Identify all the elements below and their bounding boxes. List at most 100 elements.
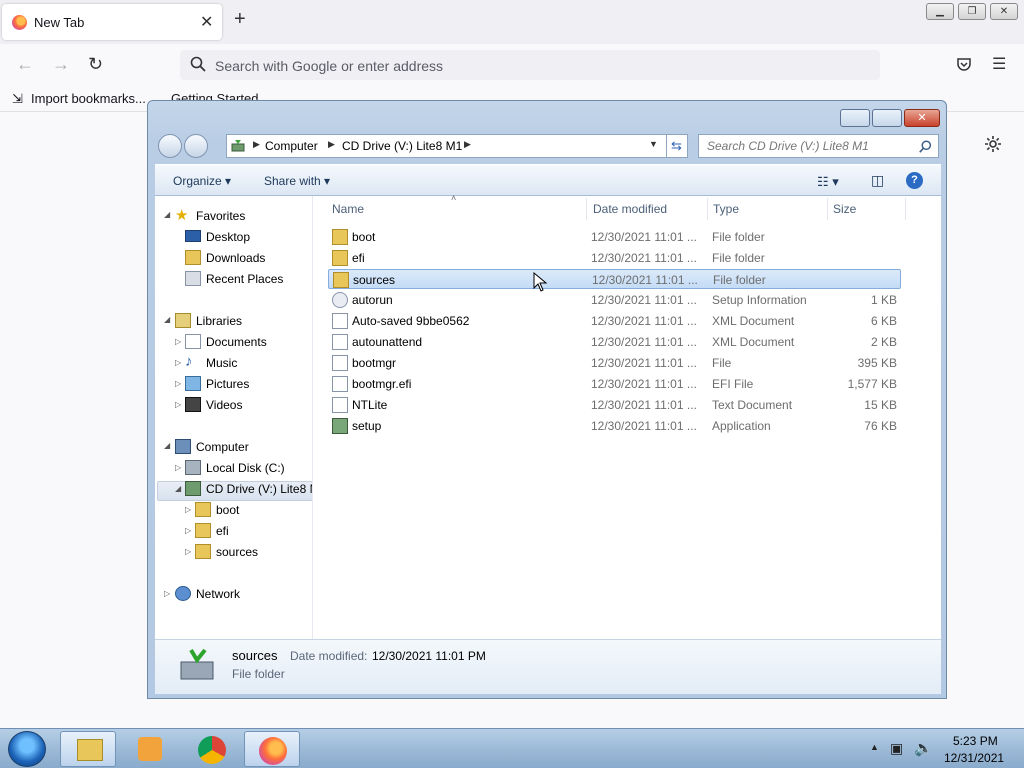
- expand-arrow-icon[interactable]: ▷: [175, 337, 181, 346]
- column-header-date[interactable]: Date modified: [593, 202, 667, 216]
- explorer-forward-button[interactable]: [184, 134, 208, 158]
- file-row[interactable]: boot 12/30/2021 11:01 ... File folder: [328, 227, 901, 247]
- nav-label: Favorites: [196, 209, 246, 223]
- file-name: setup: [352, 419, 382, 433]
- column-divider[interactable]: [707, 198, 708, 220]
- search-placeholder: Search CD Drive (V:) Lite8 M1: [707, 139, 869, 153]
- taskbar-firefox-button[interactable]: [244, 731, 300, 767]
- nav-label: Documents: [206, 335, 267, 349]
- show-hidden-icons-icon[interactable]: ▲: [870, 742, 879, 752]
- start-button[interactable]: [8, 731, 46, 767]
- clock-time[interactable]: 5:23 PM: [953, 734, 998, 748]
- column-header-name[interactable]: Name: [332, 202, 364, 216]
- search-icon[interactable]: [919, 140, 932, 153]
- file-type: XML Document: [712, 335, 795, 349]
- explorer-back-button[interactable]: [158, 134, 182, 158]
- taskbar-media-player-button[interactable]: [122, 731, 178, 767]
- column-divider[interactable]: [905, 198, 906, 220]
- file-date: 12/30/2021 11:01 ...: [591, 293, 697, 307]
- address-bar[interactable]: ▶ Computer ▶ CD Drive (V:) Lite8 M1 ▶ ▼: [226, 134, 688, 158]
- address-dropdown-icon[interactable]: ▼: [649, 139, 658, 149]
- import-icon: ⇲: [12, 91, 23, 106]
- file-type: Setup Information: [712, 293, 807, 307]
- file-row[interactable]: Auto-saved 9bbe0562 12/30/2021 11:01 ...…: [328, 311, 901, 331]
- new-tab-button[interactable]: +: [234, 8, 246, 31]
- explorer-titlebar: ✕: [148, 101, 946, 131]
- url-bar[interactable]: Search with Google or enter address: [180, 50, 880, 80]
- collapse-arrow-icon[interactable]: ◢: [175, 484, 181, 493]
- expand-arrow-icon[interactable]: ▷: [185, 505, 191, 514]
- collapse-arrow-icon[interactable]: ◢: [164, 315, 170, 324]
- file-date: 12/30/2021 11:01 ...: [592, 273, 698, 287]
- taskbar-explorer-button[interactable]: [60, 731, 116, 767]
- nav-label: Network: [196, 587, 241, 601]
- explorer-window: ✕ ▶ Computer ▶ CD Drive (V:) Lite8 M1 ▶ …: [147, 100, 947, 699]
- nav-label: Libraries: [196, 314, 243, 328]
- breadcrumb-cd-drive[interactable]: CD Drive (V:) Lite8 M1: [342, 139, 462, 153]
- back-arrow-icon[interactable]: ←: [16, 54, 34, 75]
- expand-arrow-icon[interactable]: ▷: [164, 589, 170, 598]
- cd-drive-large-icon: [180, 648, 214, 680]
- breadcrumb-separator-icon: ▶: [253, 139, 260, 149]
- column-divider[interactable]: [586, 198, 587, 220]
- column-header-size[interactable]: Size: [833, 202, 856, 216]
- breadcrumb-computer[interactable]: Computer: [265, 139, 318, 153]
- column-header-type[interactable]: Type: [713, 202, 739, 216]
- menu-icon[interactable]: ☰: [992, 54, 1006, 74]
- pocket-icon[interactable]: [956, 56, 972, 72]
- search-field[interactable]: Search CD Drive (V:) Lite8 M1: [698, 134, 939, 158]
- help-icon[interactable]: ?: [906, 172, 923, 189]
- file-row[interactable]: setup 12/30/2021 11:01 ... Application 7…: [328, 416, 901, 436]
- clock-date[interactable]: 12/31/2021: [944, 751, 1004, 765]
- expand-arrow-icon[interactable]: ▷: [175, 379, 181, 388]
- organize-button[interactable]: Organize ▾: [173, 174, 231, 188]
- import-bookmarks-link[interactable]: Import bookmarks...: [31, 91, 146, 106]
- file-row[interactable]: autounattend 12/30/2021 11:01 ... XML Do…: [328, 332, 901, 352]
- collapse-arrow-icon[interactable]: ◢: [164, 210, 170, 219]
- nav-label: sources: [216, 545, 259, 559]
- disk-icon: [185, 460, 201, 475]
- file-row[interactable]: bootmgr 12/30/2021 11:01 ... File 395 KB: [328, 353, 901, 373]
- forward-arrow-icon[interactable]: →: [52, 54, 70, 75]
- network-tray-icon[interactable]: ▣: [890, 740, 903, 757]
- file-row[interactable]: bootmgr.efi 12/30/2021 11:01 ... EFI Fil…: [328, 374, 901, 394]
- gear-icon[interactable]: [983, 134, 1003, 154]
- share-with-button[interactable]: Share with ▾: [264, 174, 330, 188]
- view-options-icon[interactable]: ☷ ▾: [817, 174, 839, 190]
- file-row[interactable]: NTLite 12/30/2021 11:01 ... Text Documen…: [328, 395, 901, 415]
- explorer-close-button[interactable]: ✕: [904, 109, 940, 127]
- computer-icon: [175, 439, 191, 454]
- volume-icon[interactable]: 🔈: [914, 739, 933, 757]
- reload-icon[interactable]: ↻: [88, 54, 103, 75]
- taskbar-chrome-button[interactable]: [184, 731, 240, 767]
- libraries-icon: [175, 313, 191, 328]
- refresh-button[interactable]: ⇆: [666, 134, 688, 158]
- collapse-arrow-icon[interactable]: ◢: [164, 441, 170, 450]
- file-type: File folder: [712, 230, 765, 244]
- tab-close-icon[interactable]: ✕: [200, 12, 213, 32]
- firefox-favicon-icon: [12, 15, 27, 30]
- tab-new-tab[interactable]: New Tab ✕: [2, 4, 222, 40]
- folder-icon: [332, 229, 348, 245]
- file-row[interactable]: autorun 12/30/2021 11:01 ... Setup Infor…: [328, 290, 901, 310]
- file-date: 12/30/2021 11:01 ...: [591, 356, 697, 370]
- explorer-maximize-button[interactable]: [872, 109, 902, 127]
- expand-arrow-icon[interactable]: ▷: [185, 547, 191, 556]
- close-button[interactable]: ✕: [990, 3, 1018, 20]
- expand-arrow-icon[interactable]: ▷: [175, 400, 181, 409]
- breadcrumb-separator-icon: ▶: [464, 139, 471, 149]
- restore-button[interactable]: ❐: [958, 3, 986, 20]
- file-type: File: [712, 356, 732, 370]
- file-row-selected[interactable]: sources 12/30/2021 11:01 ... File folder: [328, 269, 901, 289]
- file-date: 12/30/2021 11:01 ...: [591, 230, 697, 244]
- expand-arrow-icon[interactable]: ▷: [175, 358, 181, 367]
- expand-arrow-icon[interactable]: ▷: [185, 526, 191, 535]
- file-row[interactable]: efi 12/30/2021 11:01 ... File folder: [328, 248, 901, 268]
- preview-pane-icon[interactable]: ◫: [871, 172, 884, 189]
- chrome-icon: [198, 736, 226, 764]
- column-divider[interactable]: [827, 198, 828, 220]
- minimize-button[interactable]: ▁: [926, 3, 954, 20]
- command-bar: Organize ▾ Share with ▾ ☷ ▾ ◫ ?: [155, 164, 941, 196]
- explorer-minimize-button[interactable]: [840, 109, 870, 127]
- expand-arrow-icon[interactable]: ▷: [175, 463, 181, 472]
